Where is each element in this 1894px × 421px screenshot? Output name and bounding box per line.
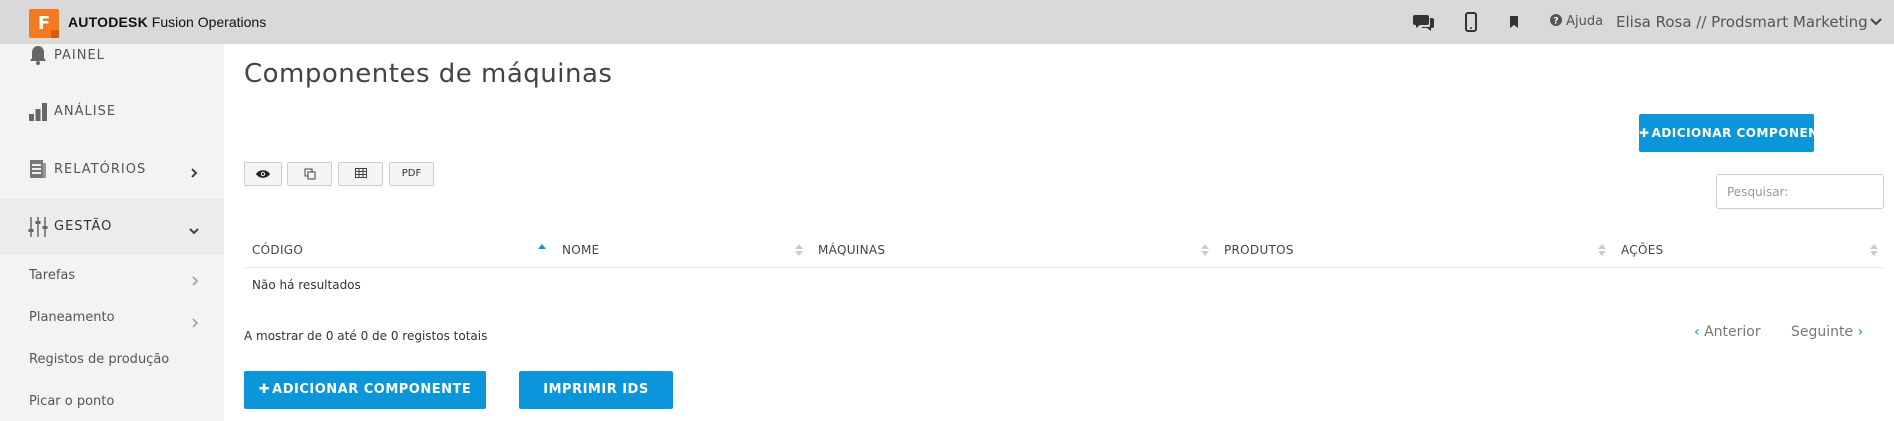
column-header-label: PRODUTOS <box>1224 243 1294 257</box>
sidebar-subitem-planeamento[interactable]: Planeamento <box>0 303 224 333</box>
chevron-right-icon <box>188 164 200 178</box>
sidebar-item-analise[interactable]: ANÁLISE <box>0 84 224 140</box>
column-header-label: NOME <box>562 243 600 257</box>
brand-bold: AUTODESK <box>68 14 148 30</box>
column-header-nome[interactable]: NOME <box>554 232 810 268</box>
add-component-bottom-button[interactable]: ✚ ADICIONAR COMPONENTE <box>244 371 486 409</box>
sort-asc-icon <box>537 242 547 258</box>
help-link[interactable]: ? Ajuda <box>1550 12 1603 32</box>
copy-button[interactable] <box>287 162 332 186</box>
page-title: Componentes de máquinas <box>244 59 613 89</box>
plus-icon: ✚ <box>1639 126 1650 140</box>
sidebar-subitem-registos[interactable]: Registos de produção <box>0 345 224 375</box>
sort-icon <box>794 242 804 258</box>
copy-icon <box>304 168 315 180</box>
bookmark-icon[interactable] <box>1502 10 1526 34</box>
chat-icon[interactable] <box>1412 10 1436 34</box>
sidebar-subitem-label: Planeamento <box>29 310 115 325</box>
column-header-codigo[interactable]: CÓDIGO <box>244 232 554 268</box>
sidebar-item-label: PAINEL <box>54 48 105 63</box>
table-header: CÓDIGO NOME MÁQUINAS PRODUTOS AÇÕES <box>244 232 1884 268</box>
sidebar-item-gestao[interactable]: GESTÃO <box>0 199 224 255</box>
add-component-label: ADICIONAR COMPONENTE <box>1651 126 1837 140</box>
add-component-bottom-label: ADICIONAR COMPONENTE <box>272 382 472 397</box>
column-header-label: MÁQUINAS <box>818 243 886 257</box>
sidebar-item-label: RELATÓRIOS <box>54 162 147 177</box>
app-logo[interactable]: F <box>29 9 59 38</box>
toggle-columns-button[interactable] <box>244 162 282 186</box>
bell-icon <box>28 44 48 66</box>
sort-icon <box>1200 242 1210 258</box>
pdf-button[interactable]: PDF <box>389 162 434 186</box>
sidebar-item-relatorios[interactable]: RELATÓRIOS <box>0 142 224 198</box>
mobile-icon[interactable] <box>1459 10 1483 34</box>
table-info: A mostrar de 0 até 0 de 0 registos totai… <box>244 329 488 343</box>
eye-icon <box>256 170 270 178</box>
sidebar-subitem-label: Picar o ponto <box>29 394 115 409</box>
sort-icon <box>1869 242 1879 258</box>
help-label: Ajuda <box>1566 14 1604 29</box>
column-header-maquinas[interactable]: MÁQUINAS <box>810 232 1216 268</box>
sidebar-subitem-tarefas[interactable]: Tarefas <box>0 261 224 291</box>
sidebar-item-label: GESTÃO <box>54 219 113 234</box>
sliders-icon <box>28 216 48 238</box>
svg-text:?: ? <box>1553 17 1558 27</box>
search-input[interactable] <box>1716 174 1884 209</box>
plus-icon: ✚ <box>258 382 271 397</box>
top-bar: F AUTODESK Fusion Operations ? Ajuda Eli… <box>0 0 1894 44</box>
report-icon <box>28 158 48 180</box>
chevron-down-icon <box>188 222 200 235</box>
column-header-acoes[interactable]: AÇÕES <box>1613 232 1884 268</box>
chevron-down-icon[interactable] <box>1868 14 1884 30</box>
chevron-left-icon: ‹ <box>1694 324 1700 340</box>
bar-chart-icon <box>28 100 48 122</box>
pagination-previous-label: Anterior <box>1704 324 1761 340</box>
sidebar-item-painel[interactable]: PAINEL <box>0 44 224 84</box>
column-header-produtos[interactable]: PRODUTOS <box>1216 232 1613 268</box>
sidebar-subitem-label: Registos de produção <box>29 352 170 367</box>
sidebar-item-label: ANÁLISE <box>54 104 117 119</box>
sidebar: PAINEL ANÁLISE RELATÓRIOS GESTÃO Tarefas… <box>0 44 224 421</box>
column-header-label: CÓDIGO <box>252 243 304 257</box>
brand-rest: Fusion Operations <box>147 14 267 30</box>
sort-icon <box>1597 242 1607 258</box>
chevron-right-icon <box>190 271 200 286</box>
empty-table-message: Não há resultados <box>252 278 361 292</box>
user-menu[interactable]: Elisa Rosa // Prodsmart Marketing <box>1616 11 1868 33</box>
pagination-next-label: Seguinte <box>1791 324 1854 340</box>
sidebar-subitem-picar-ponto[interactable]: Picar o ponto <box>0 387 224 417</box>
table-icon <box>354 168 367 178</box>
pagination-previous[interactable]: ‹ Anterior <box>1694 321 1761 343</box>
chevron-right-icon: › <box>1857 324 1864 340</box>
pagination-next[interactable]: Seguinte › <box>1791 321 1863 343</box>
logo-letter: F <box>37 13 51 34</box>
export-table-button[interactable] <box>338 162 383 186</box>
brand-name: AUTODESK Fusion Operations <box>68 12 266 32</box>
chevron-right-icon <box>190 313 200 328</box>
print-ids-button[interactable]: IMPRIMIR IDS <box>519 371 673 409</box>
column-header-label: AÇÕES <box>1621 243 1664 257</box>
sidebar-subitem-label: Tarefas <box>29 268 76 283</box>
add-component-button[interactable]: ✚ ADICIONAR COMPONENTE <box>1639 114 1836 152</box>
help-icon: ? <box>1550 14 1562 27</box>
